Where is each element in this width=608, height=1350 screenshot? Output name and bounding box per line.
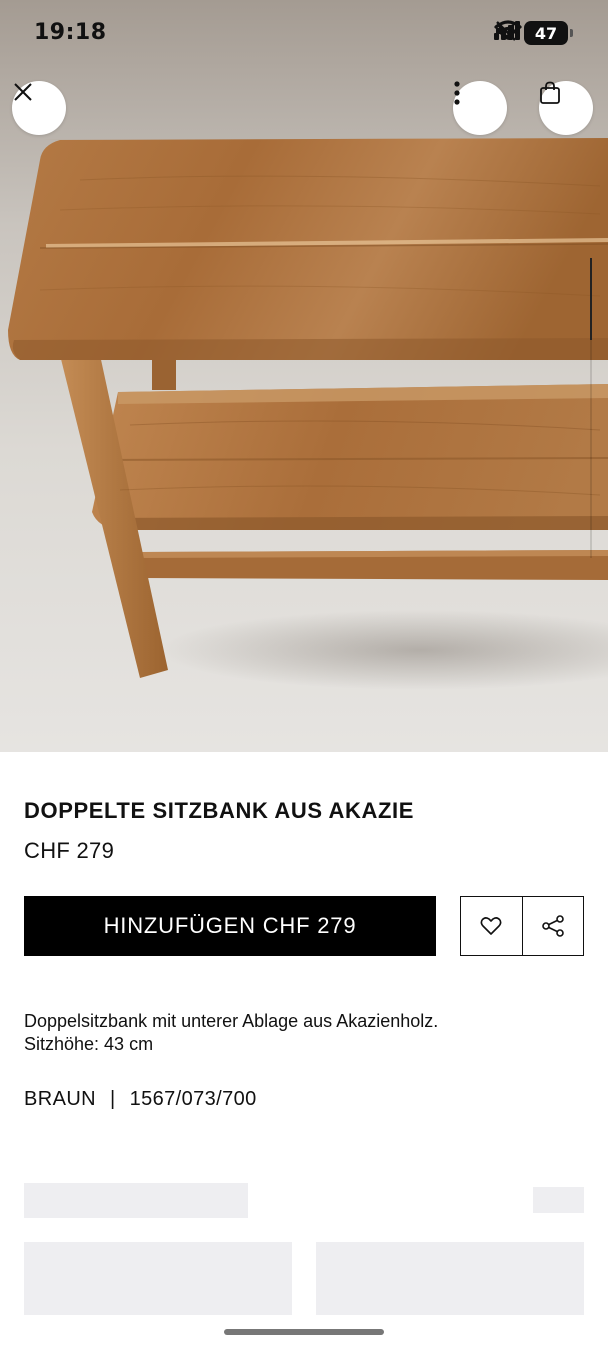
description-line-1: Doppelsitzbank mit unterer Ablage aus Ak…: [24, 1011, 439, 1031]
product-price: CHF 279: [24, 838, 115, 863]
status-bar: 19:18 47: [0, 0, 608, 64]
loading-placeholder: [533, 1187, 584, 1213]
close-button[interactable]: [12, 81, 66, 135]
add-to-cart-button[interactable]: HINZUFÜGEN CHF 279: [24, 896, 436, 956]
loading-placeholder: [24, 1242, 292, 1315]
loading-placeholder: [316, 1242, 584, 1315]
more-vertical-icon: [454, 81, 460, 105]
favorite-button[interactable]: [461, 897, 522, 955]
more-options-button[interactable]: [453, 81, 507, 135]
shopping-bag-icon: [540, 81, 560, 104]
share-button[interactable]: [521, 897, 584, 955]
share-icon: [541, 915, 564, 937]
product-title: DOPPELTE SITZBANK AUS AKAZIE: [24, 798, 414, 823]
shopping-bag-button[interactable]: [539, 81, 593, 135]
product-description: Doppelsitzbank mit unterer Ablage aus Ak…: [24, 1010, 584, 1056]
image-scroll-indicator: [590, 258, 592, 558]
home-indicator[interactable]: [224, 1329, 384, 1335]
bench-illustration: [8, 138, 608, 690]
status-time: 19:18: [34, 20, 107, 45]
description-line-2: Sitzhöhe: 43 cm: [24, 1034, 154, 1054]
product-reference: 1567/073/700: [129, 1088, 257, 1110]
image-scroll-thumb: [590, 258, 592, 340]
variant-separator: |: [109, 1088, 116, 1110]
battery-icon: 47: [524, 21, 573, 45]
product-color: BRAUN: [24, 1088, 97, 1110]
heart-icon: [480, 917, 502, 935]
product-variant: BRAUN | 1567/073/700: [24, 1088, 257, 1111]
status-icons: 47: [494, 20, 573, 46]
product-actions: [460, 896, 584, 956]
product-image[interactable]: 19:18 47: [0, 0, 608, 752]
loading-placeholder: [24, 1183, 248, 1218]
close-icon: [14, 83, 32, 101]
